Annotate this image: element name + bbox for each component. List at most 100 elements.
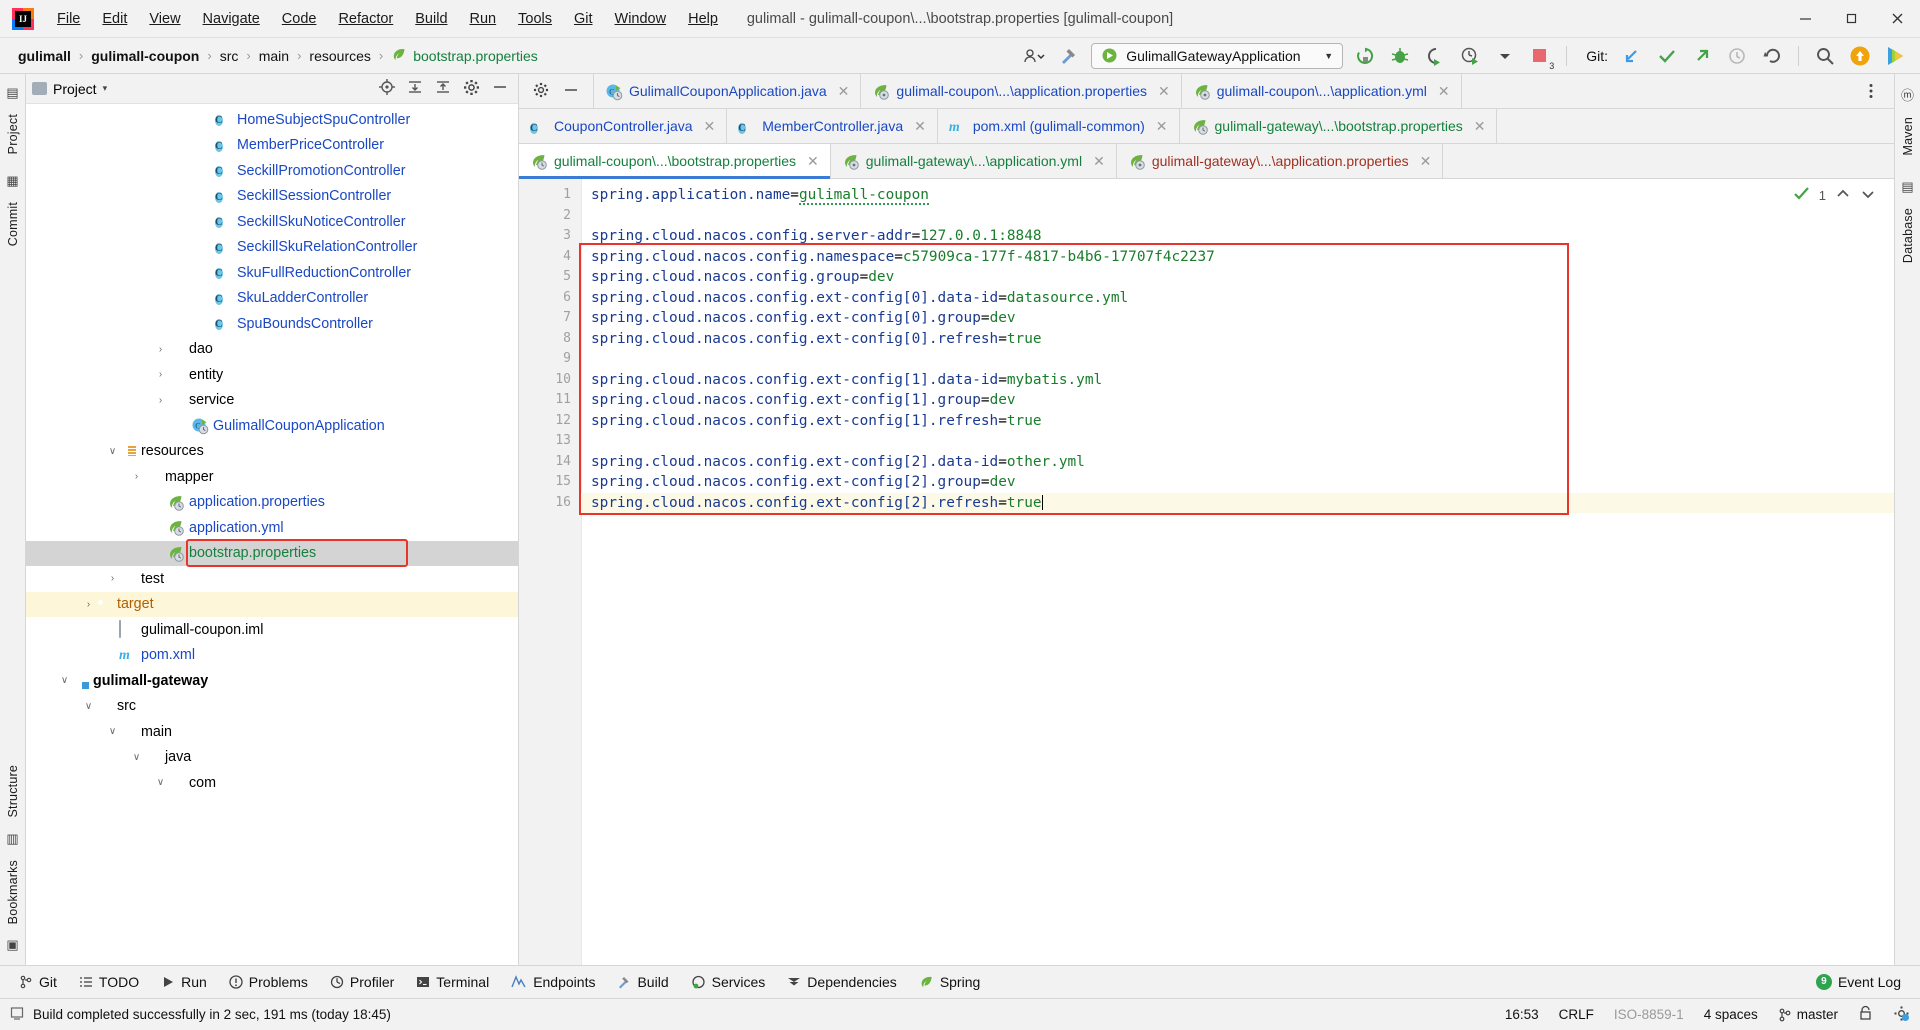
tree-node[interactable]: C SeckillPromotionController	[26, 158, 518, 184]
rerun-button[interactable]	[1352, 43, 1378, 69]
tree-node[interactable]: C SeckillSkuNoticeController	[26, 209, 518, 235]
updates-available-button[interactable]	[1847, 43, 1873, 69]
editor-tab[interactable]: m pom.xml (gulimall-common) ✕	[937, 109, 1180, 143]
editor-tab[interactable]: gulimall-coupon\...\application.yml ✕	[1181, 74, 1462, 108]
prev-highlight-icon[interactable]	[1835, 186, 1851, 205]
tree-node[interactable]: ∨ com	[26, 770, 518, 796]
chevron-down-icon[interactable]: ∨	[82, 701, 95, 712]
code-line[interactable]: spring.cloud.nacos.config.ext-config[1].…	[581, 411, 1894, 432]
editor-tab[interactable]: gulimall-gateway\...\application.yml ✕	[830, 144, 1117, 178]
tree-node[interactable]: › target	[26, 591, 518, 617]
tool-window-button-problems[interactable]: Problems	[218, 974, 319, 990]
stop-button[interactable]: 3	[1527, 43, 1554, 71]
tree-node[interactable]: › mapper	[26, 464, 518, 490]
search-everywhere-button[interactable]	[1812, 43, 1838, 69]
tool-window-button-run[interactable]: Run	[150, 974, 218, 990]
git-commit-button[interactable]	[1654, 43, 1680, 69]
tool-window-button-terminal[interactable]: Terminal	[405, 974, 500, 990]
editor-tabs-overflow[interactable]	[1848, 74, 1894, 108]
menu-item-run[interactable]: Run	[459, 7, 508, 31]
next-highlight-icon[interactable]	[1860, 186, 1876, 205]
chevron-right-icon[interactable]: ›	[130, 471, 143, 482]
profiler-button[interactable]	[1457, 43, 1483, 69]
project-tree[interactable]: C HomeSubjectSpuController C MemberPriceCon…	[26, 104, 518, 965]
close-icon[interactable]: ✕	[914, 118, 926, 135]
tool-window-button-dependencies[interactable]: Dependencies	[776, 974, 908, 990]
git-rollback-button[interactable]	[1759, 43, 1785, 69]
tree-node[interactable]: › test	[26, 566, 518, 592]
menu-item-tools[interactable]: Tools	[507, 7, 563, 31]
editor-tab[interactable]: gulimall-gateway\...\bootstrap.propertie…	[1179, 109, 1498, 143]
breadcrumb-resources[interactable]: resources	[305, 46, 374, 66]
code-line[interactable]: spring.cloud.nacos.config.ext-config[2].…	[581, 492, 1894, 513]
tool-window-button-endpoints[interactable]: Endpoints	[500, 974, 606, 990]
tool-window-button-todo[interactable]: TODO	[68, 974, 150, 990]
chevron-down-icon[interactable]: ∨	[106, 446, 119, 457]
tree-node[interactable]: ∨ main	[26, 719, 518, 745]
tree-node[interactable]: application.properties	[26, 490, 518, 516]
git-update-project-button[interactable]	[1619, 43, 1645, 69]
code-line[interactable]: spring.cloud.nacos.config.namespace=c579…	[581, 247, 1894, 268]
close-icon[interactable]: ✕	[1474, 118, 1486, 135]
chevron-right-icon[interactable]: ›	[154, 344, 167, 355]
menu-item-git[interactable]: Git	[563, 7, 604, 31]
editor-tab[interactable]: C MemberController.java ✕	[727, 109, 938, 143]
code-line[interactable]: spring.cloud.nacos.config.ext-config[1].…	[581, 390, 1894, 411]
chevron-right-icon[interactable]: ›	[82, 599, 95, 610]
chevron-right-icon[interactable]: ›	[106, 573, 119, 584]
close-icon[interactable]: ✕	[807, 153, 819, 170]
expand-all-icon[interactable]	[407, 79, 423, 98]
user-settings-button[interactable]	[1021, 43, 1047, 69]
build-hammer-button[interactable]	[1056, 43, 1082, 69]
menu-item-edit[interactable]: Edit	[91, 7, 138, 31]
rail-item-project[interactable]: Project	[6, 106, 20, 162]
chevron-down-icon[interactable]: ∨	[106, 726, 119, 737]
gear-icon[interactable]	[463, 79, 480, 99]
tree-node[interactable]: › dao	[26, 337, 518, 363]
menu-item-view[interactable]: View	[138, 7, 191, 31]
editor-tab[interactable]: gulimall-gateway\...\application.propert…	[1116, 144, 1444, 178]
tool-window-button-build[interactable]: Build	[606, 974, 679, 990]
status-encoding[interactable]: ISO-8859-1	[1614, 1007, 1684, 1022]
tree-node[interactable]: C MemberPriceController	[26, 133, 518, 159]
code-line[interactable]: spring.cloud.nacos.config.server-addr=12…	[581, 226, 1894, 247]
tree-node[interactable]: ∨ gulimall-gateway	[26, 668, 518, 694]
menu-item-code[interactable]: Code	[271, 7, 328, 31]
tree-node[interactable]: m pom.xml	[26, 643, 518, 669]
rail-item-maven[interactable]: Maven	[1901, 109, 1915, 164]
close-icon[interactable]: ✕	[1093, 153, 1105, 170]
status-branch[interactable]: master	[1778, 1007, 1838, 1022]
tree-node[interactable]: C GulimallCouponApplication	[26, 413, 518, 439]
close-icon[interactable]: ✕	[704, 118, 716, 135]
close-icon[interactable]: ✕	[838, 83, 850, 100]
chevron-down-icon[interactable]: ∨	[154, 777, 167, 788]
rail-item-bookmarks[interactable]: Bookmarks	[6, 852, 20, 932]
chevron-down-icon[interactable]: ∨	[58, 675, 71, 686]
breadcrumb-bootstrap-properties[interactable]: bootstrap.properties	[387, 45, 542, 66]
tree-node[interactable]: ∨ src	[26, 694, 518, 720]
editor-tab[interactable]: C CouponController.java ✕	[519, 109, 728, 143]
breadcrumb-main[interactable]: main	[255, 46, 293, 66]
tree-node[interactable]: gulimall-coupon.iml	[26, 617, 518, 643]
code-line[interactable]: spring.cloud.nacos.config.ext-config[0].…	[581, 329, 1894, 350]
close-icon[interactable]: ✕	[1438, 83, 1450, 100]
menu-item-build[interactable]: Build	[404, 7, 458, 31]
status-indent[interactable]: 4 spaces	[1704, 1007, 1758, 1022]
code-line[interactable]	[581, 349, 1894, 370]
tree-node[interactable]: C SpuBoundsController	[26, 311, 518, 337]
locate-file-icon[interactable]	[379, 79, 395, 98]
tree-node[interactable]: C SeckillSessionController	[26, 184, 518, 210]
code-line[interactable]: spring.cloud.nacos.config.ext-config[1].…	[581, 370, 1894, 391]
code-line[interactable]: spring.cloud.nacos.config.ext-config[2].…	[581, 452, 1894, 473]
editor-tab[interactable]: gulimall-coupon\...\bootstrap.properties…	[519, 144, 831, 179]
menu-item-help[interactable]: Help	[677, 7, 729, 31]
collapse-all-icon[interactable]	[435, 79, 451, 98]
profiler-dropdown[interactable]	[1492, 43, 1518, 69]
menu-item-window[interactable]: Window	[604, 7, 678, 31]
read-write-lock-icon[interactable]	[1858, 1005, 1873, 1024]
rail-item-structure[interactable]: Structure	[6, 757, 20, 826]
code-line[interactable]: spring.cloud.nacos.config.ext-config[0].…	[581, 288, 1894, 309]
tree-node[interactable]: › entity	[26, 362, 518, 388]
tree-node[interactable]: application.yml	[26, 515, 518, 541]
tree-node[interactable]: › service	[26, 388, 518, 414]
